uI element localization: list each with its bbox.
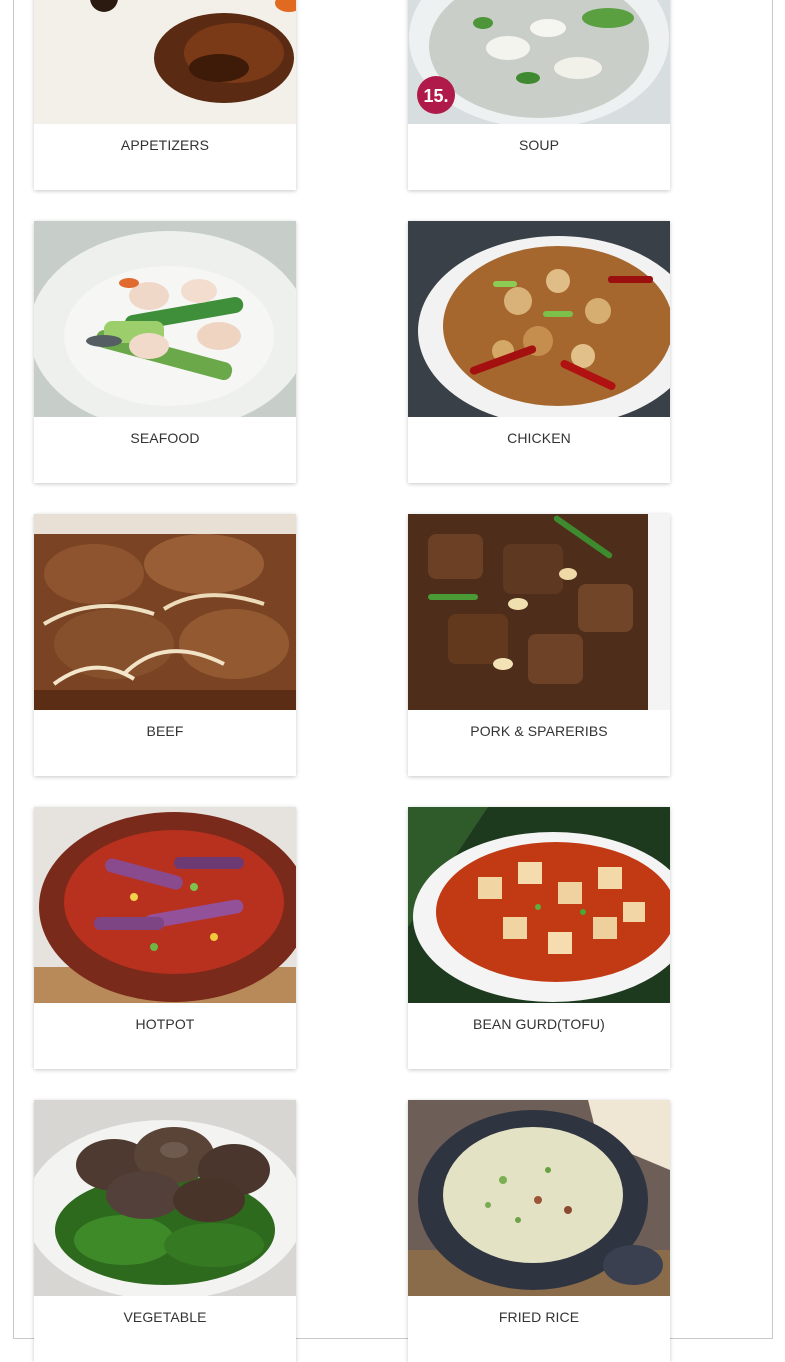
- soup-number-badge: 15.: [423, 86, 448, 106]
- category-label: BEEF: [146, 723, 184, 739]
- category-label: APPETIZERS: [120, 137, 210, 153]
- category-card-pork-spareribs[interactable]: PORK & SPARERIBS: [408, 514, 670, 776]
- category-label: HOTPOT: [135, 1016, 195, 1032]
- category-card-vegetable[interactable]: VEGETABLE: [34, 1100, 296, 1362]
- beef-onion-photo: [34, 514, 296, 710]
- category-card-bean-curd[interactable]: BEAN GURD(TOFU): [408, 807, 670, 1069]
- roast-duck-photo: [34, 0, 296, 124]
- tofu-soup-photo: 15.: [408, 0, 670, 124]
- category-label: VEGETABLE: [123, 1309, 207, 1325]
- clay-pot-rice-photo: [408, 1100, 670, 1296]
- category-card-chicken[interactable]: CHICKEN: [408, 221, 670, 483]
- category-card-hotpot[interactable]: HOTPOT: [34, 807, 296, 1069]
- menu-category-grid: APPETIZERS 15. SOUP SEAFOOD CHICKEN BEEF…: [13, 0, 773, 1362]
- category-card-appetizers[interactable]: APPETIZERS: [34, 0, 296, 190]
- category-card-fried-rice[interactable]: FRIED RICE: [408, 1100, 670, 1362]
- category-label: PORK & SPARERIBS: [470, 723, 608, 739]
- category-card-beef[interactable]: BEEF: [34, 514, 296, 776]
- mapo-tofu-photo: [408, 807, 670, 1003]
- shrimp-celery-photo: [34, 221, 296, 417]
- category-label: CHICKEN: [507, 430, 571, 446]
- eggplant-hotpot-photo: [34, 807, 296, 1003]
- category-label: FRIED RICE: [498, 1309, 580, 1325]
- category-label: SOUP: [518, 137, 560, 153]
- category-card-seafood[interactable]: SEAFOOD: [34, 221, 296, 483]
- category-label: BEAN GURD(TOFU): [473, 1016, 605, 1032]
- kung-pao-chicken-photo: [408, 221, 670, 417]
- mushroom-greens-photo: [34, 1100, 296, 1296]
- category-card-soup[interactable]: 15. SOUP: [408, 0, 670, 190]
- category-label: SEAFOOD: [130, 430, 200, 446]
- spareribs-photo: [408, 514, 670, 710]
